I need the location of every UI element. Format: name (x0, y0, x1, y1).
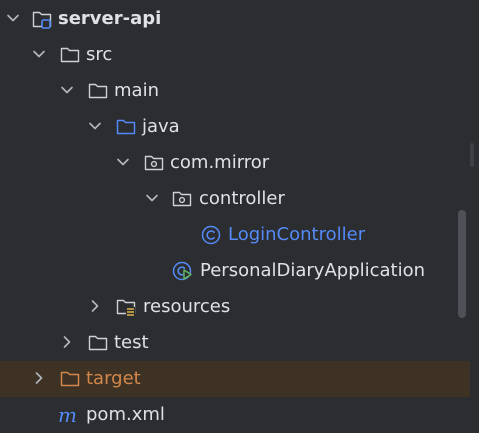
tree-node-label: controller (199, 188, 285, 209)
tree-node-label: main (114, 80, 159, 101)
source-folder-icon (116, 117, 136, 137)
tree-node-test[interactable]: test (0, 325, 470, 361)
chevron-down-icon[interactable] (6, 11, 20, 25)
tree-node-label: java (142, 116, 180, 137)
chevron-right-icon[interactable] (60, 335, 74, 349)
tree-node-label: LoginController (228, 224, 366, 245)
project-tree-panel: server-api src main java com.mirror cont… (0, 0, 479, 425)
folder-icon (60, 45, 80, 65)
excluded-folder-icon (60, 369, 80, 389)
tree-node-target[interactable]: target (0, 361, 470, 397)
tree-node-pom-xml[interactable]: m pom.xml (0, 397, 470, 433)
tree-node-label: PersonalDiaryApplication (200, 260, 426, 281)
tree-node-login-controller[interactable]: LoginController (0, 217, 470, 253)
tree-node-label: pom.xml (86, 404, 165, 425)
vertical-scrollbar-thumb[interactable] (458, 210, 466, 318)
tree-node-label: target (86, 368, 141, 389)
tree-node-label: src (86, 44, 113, 65)
module-folder-icon (32, 9, 52, 29)
tree-node-src[interactable]: src (0, 37, 470, 73)
folder-icon (88, 333, 108, 353)
chevron-right-icon[interactable] (88, 299, 102, 313)
chevron-down-icon[interactable] (88, 119, 102, 133)
tree-node-java[interactable]: java (0, 109, 470, 145)
class-icon (201, 225, 221, 245)
tree-node-label: resources (143, 296, 231, 317)
scrollbar-marker (470, 143, 474, 167)
maven-icon: m (58, 405, 78, 425)
resources-folder-icon (116, 297, 136, 317)
tree-node-server-api[interactable]: server-api (0, 1, 470, 37)
tree-node-controller[interactable]: controller (0, 181, 470, 217)
tree-node-label: server-api (58, 8, 162, 29)
chevron-right-icon[interactable] (32, 371, 46, 385)
tree-node-label: com.mirror (170, 152, 270, 173)
chevron-down-icon[interactable] (116, 155, 130, 169)
tree-node-label: test (114, 332, 149, 353)
chevron-down-icon[interactable] (60, 83, 74, 97)
folder-icon (88, 81, 108, 101)
svg-text:m: m (58, 405, 77, 425)
tree-node-com-mirror[interactable]: com.mirror (0, 145, 470, 181)
chevron-down-icon[interactable] (32, 47, 46, 61)
chevron-down-icon[interactable] (145, 191, 159, 205)
tree-node-resources[interactable]: resources (0, 289, 470, 325)
package-icon (144, 153, 164, 173)
spring-boot-class-icon (172, 261, 192, 281)
package-icon (172, 189, 192, 209)
tree-node-main[interactable]: main (0, 73, 470, 109)
tree-node-personal-diary-application[interactable]: PersonalDiaryApplication (0, 253, 470, 289)
